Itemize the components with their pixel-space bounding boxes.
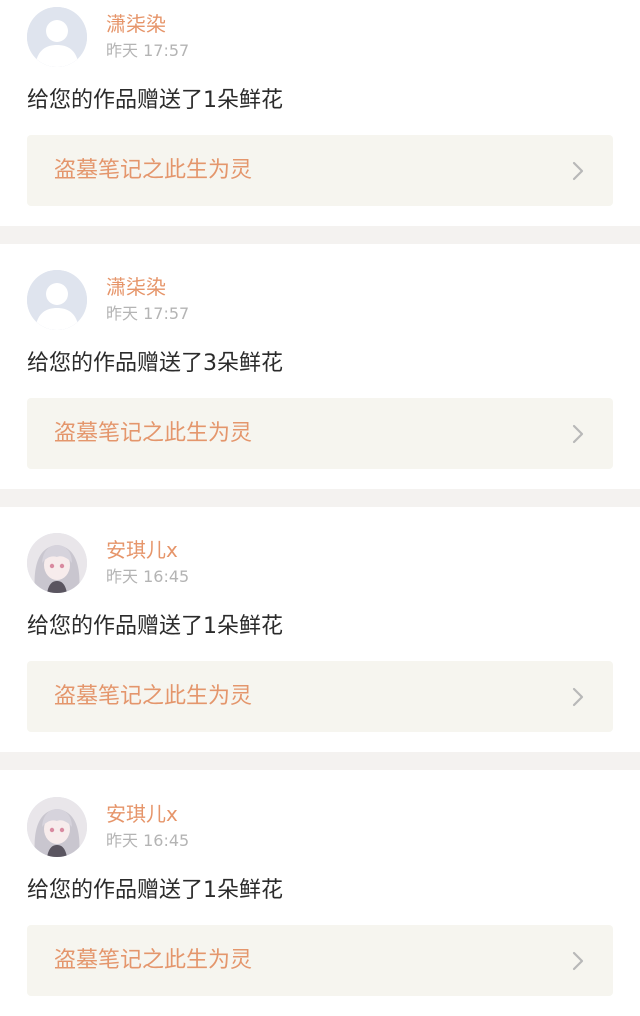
username[interactable]: 安琪儿x (106, 802, 178, 826)
notification-message: 给您的作品赠送了1朵鲜花 (27, 88, 283, 113)
chevron-right-icon (572, 687, 584, 707)
notification-message: 给您的作品赠送了3朵鲜花 (27, 351, 283, 376)
work-title: 盗墓笔记之此生为灵 (54, 948, 253, 973)
chevron-right-icon (572, 161, 584, 181)
notification-card: 安琪儿x 昨天 16:45 给您的作品赠送了1朵鲜花 盗墓笔记之此生为灵 (0, 526, 640, 752)
default-avatar-icon (27, 270, 87, 330)
work-link[interactable]: 盗墓笔记之此生为灵 (27, 398, 613, 469)
work-link[interactable]: 盗墓笔记之此生为灵 (27, 661, 613, 732)
work-link[interactable]: 盗墓笔记之此生为灵 (27, 925, 613, 996)
notification-message: 给您的作品赠送了1朵鲜花 (27, 614, 283, 639)
chevron-right-icon (572, 951, 584, 971)
work-title: 盗墓笔记之此生为灵 (54, 421, 253, 446)
notification-message: 给您的作品赠送了1朵鲜花 (27, 878, 283, 903)
default-avatar[interactable] (27, 270, 87, 330)
timestamp: 昨天 17:57 (106, 304, 190, 323)
notification-card: 潇柒染 昨天 17:57 给您的作品赠送了1朵鲜花 盗墓笔记之此生为灵 (0, 0, 640, 226)
username[interactable]: 潇柒染 (106, 12, 166, 36)
username[interactable]: 潇柒染 (106, 275, 166, 299)
work-title: 盗墓笔记之此生为灵 (54, 158, 253, 183)
timestamp: 昨天 16:45 (106, 567, 190, 586)
work-title: 盗墓笔记之此生为灵 (54, 684, 253, 709)
timestamp: 昨天 16:45 (106, 831, 190, 850)
timestamp: 昨天 17:57 (106, 41, 190, 60)
username[interactable]: 安琪儿x (106, 538, 178, 562)
default-avatar[interactable] (27, 7, 87, 67)
separator (0, 752, 640, 770)
anime-girl-avatar-icon (27, 797, 87, 857)
anime-girl-avatar-icon (27, 533, 87, 593)
separator (0, 489, 640, 507)
notification-card: 潇柒染 昨天 17:57 给您的作品赠送了3朵鲜花 盗墓笔记之此生为灵 (0, 263, 640, 489)
separator (0, 226, 640, 244)
notification-card: 安琪儿x 昨天 16:45 给您的作品赠送了1朵鲜花 盗墓笔记之此生为灵 (0, 790, 640, 1016)
anime-girl-avatar[interactable] (27, 797, 87, 857)
chevron-right-icon (572, 424, 584, 444)
work-link[interactable]: 盗墓笔记之此生为灵 (27, 135, 613, 206)
default-avatar-icon (27, 7, 87, 67)
anime-girl-avatar[interactable] (27, 533, 87, 593)
